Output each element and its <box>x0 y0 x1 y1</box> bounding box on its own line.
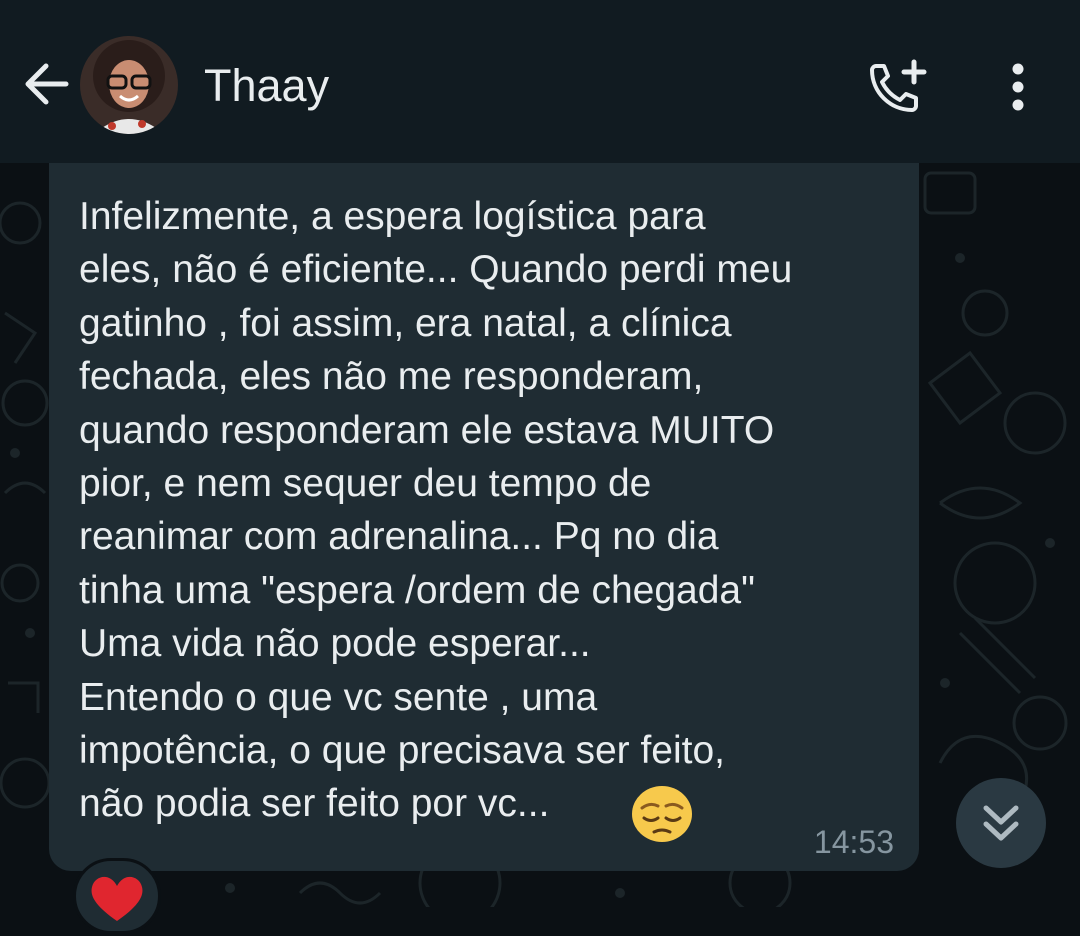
reaction-badge[interactable] <box>73 858 161 934</box>
more-vertical-icon[interactable] <box>1000 60 1036 114</box>
red-heart-emoji <box>91 876 143 921</box>
scroll-to-bottom-button[interactable] <box>956 778 1046 868</box>
add-call-icon[interactable] <box>866 58 930 116</box>
pensive-face-emoji <box>632 786 692 842</box>
message-timestamp: 14:53 <box>813 824 894 860</box>
double-chevron-down-icon <box>983 805 1019 841</box>
message-text: Infelizmente, a espera logística para el… <box>79 195 793 826</box>
contact-name[interactable]: Thaay <box>204 58 329 114</box>
avatar-image <box>80 36 178 134</box>
chat-header: Thaay <box>0 0 1080 163</box>
avatar[interactable] <box>80 36 178 134</box>
arrow-left-icon[interactable] <box>20 58 72 110</box>
